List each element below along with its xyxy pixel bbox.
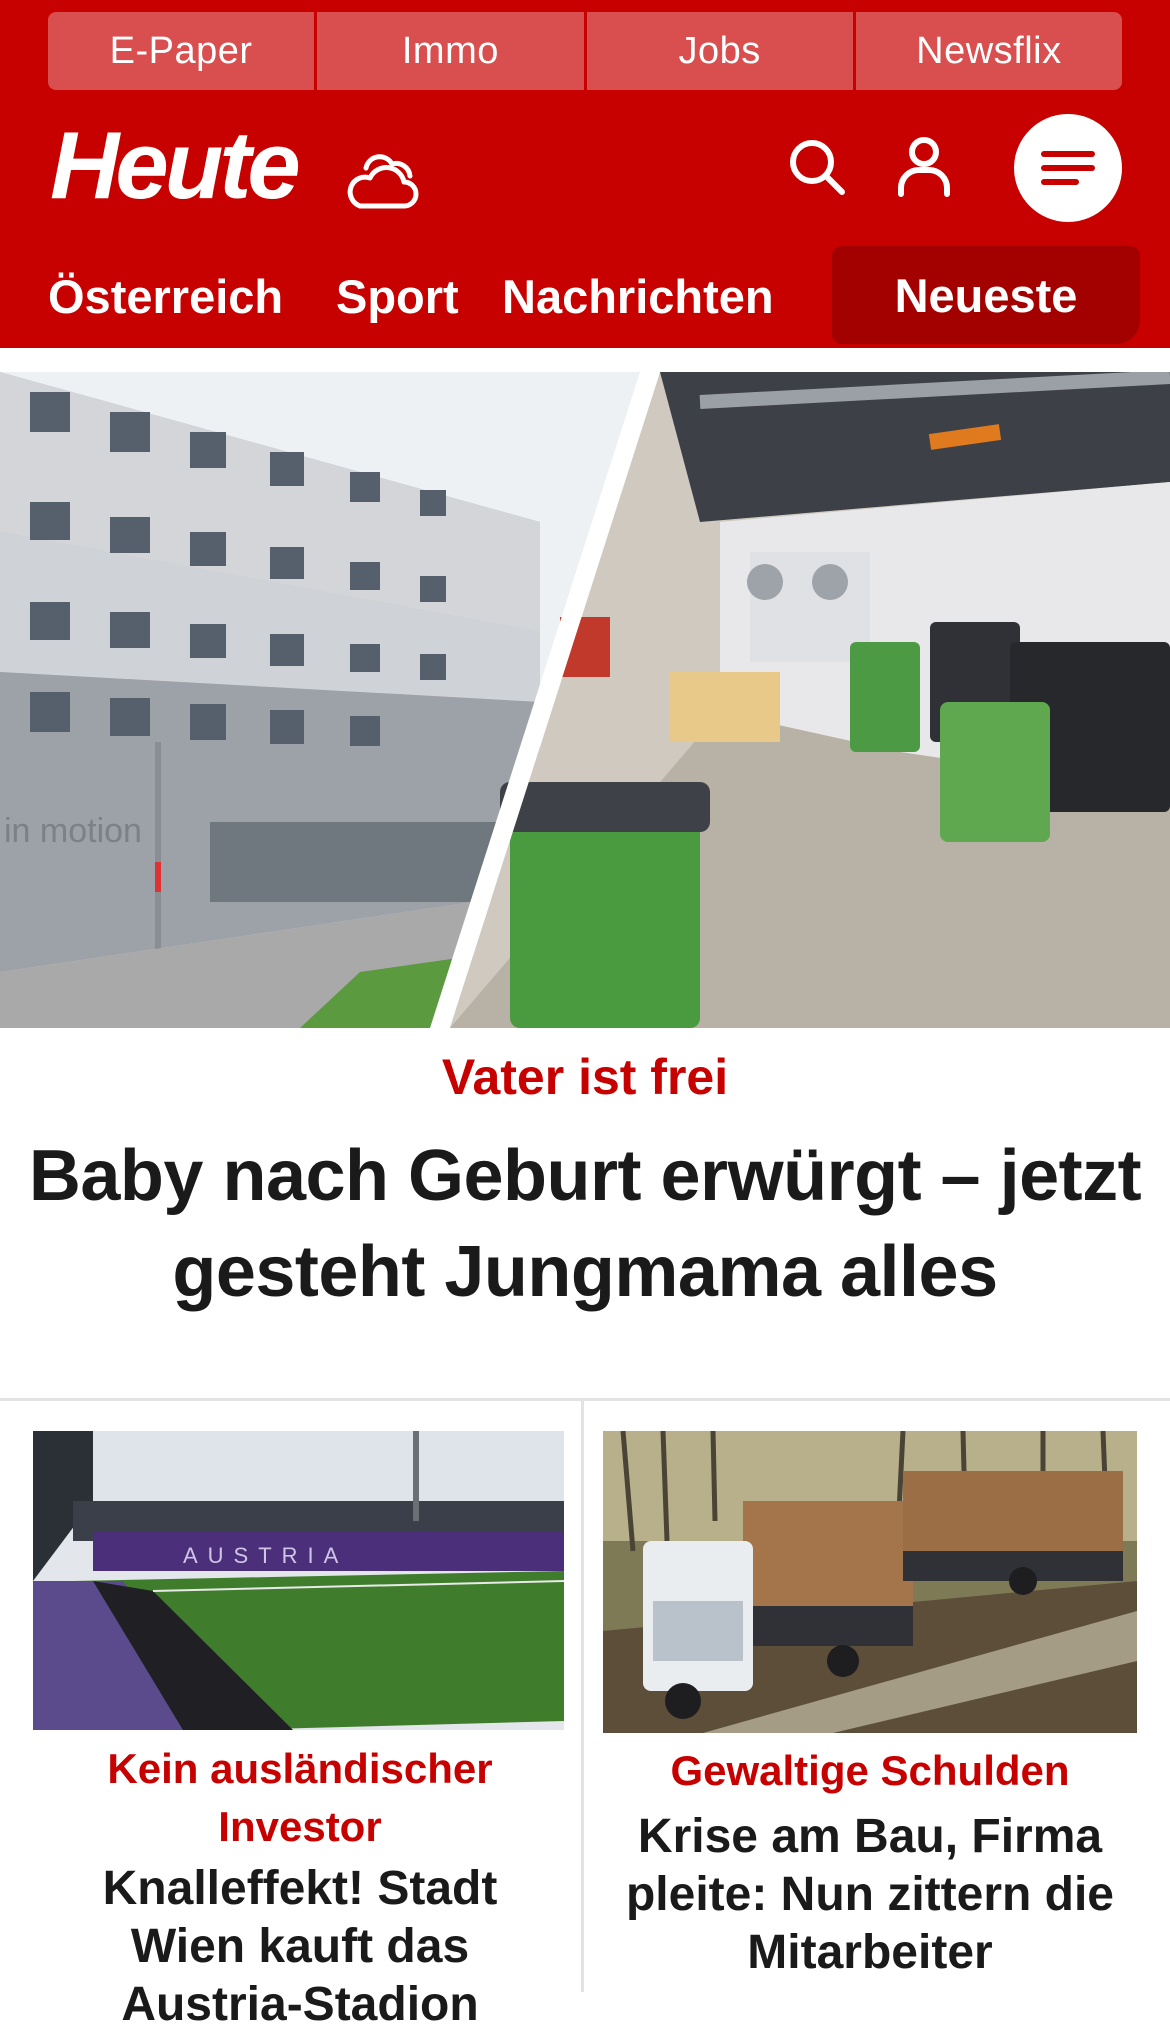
column-divider [581,1401,584,1992]
hero-headline[interactable]: Baby nach Geburt erwürgt – jetzt gesteht… [10,1128,1160,1320]
section-tab-neueste[interactable]: Neueste [832,246,1140,344]
user-icon[interactable] [896,136,952,198]
svg-text:in motion: in motion [4,812,142,850]
search-icon[interactable] [786,136,848,198]
divider [0,1398,1170,1401]
card-image-timber-truck[interactable] [603,1431,1137,1733]
card-kicker[interactable]: Kein ausländischer Investor [40,1740,560,1856]
cloud-weather-icon[interactable] [344,148,420,214]
hamburger-menu-icon [1041,151,1095,185]
section-tab-nachrichten[interactable]: Nachrichten [502,244,774,348]
card-headline[interactable]: Krise am Bau, Firma pleite: Nun zittern … [605,1808,1135,1982]
hero-image[interactable]: in motion [0,372,1170,1028]
service-link-immo[interactable]: Immo [317,12,584,90]
section-tab-sport[interactable]: Sport [336,244,459,348]
card-kicker[interactable]: Gewaltige Schulden [605,1742,1135,1800]
menu-button[interactable] [1014,114,1122,222]
service-link-epaper[interactable]: E-Paper [48,12,315,90]
hero-kicker[interactable]: Vater ist frei [0,1048,1170,1106]
card-headline[interactable]: Knalleffekt! Stadt Wien kauft das Austri… [40,1860,560,2034]
service-link-jobs[interactable]: Jobs [586,12,853,90]
service-link-newsflix[interactable]: Newsflix [855,12,1122,90]
heute-logo[interactable]: Heute [50,118,301,214]
site-header: E-Paper Immo Jobs Newsflix Heute [0,0,1170,244]
section-tab-oesterreich[interactable]: Österreich [48,244,283,348]
section-nav: Österreich Sport Nachrichten Neueste [0,244,1170,348]
svg-text:AUSTRIA: AUSTRIA [183,1543,348,1568]
card-image-stadium[interactable]: AUSTRIA [33,1431,564,1730]
service-nav: E-Paper Immo Jobs Newsflix [48,12,1122,90]
